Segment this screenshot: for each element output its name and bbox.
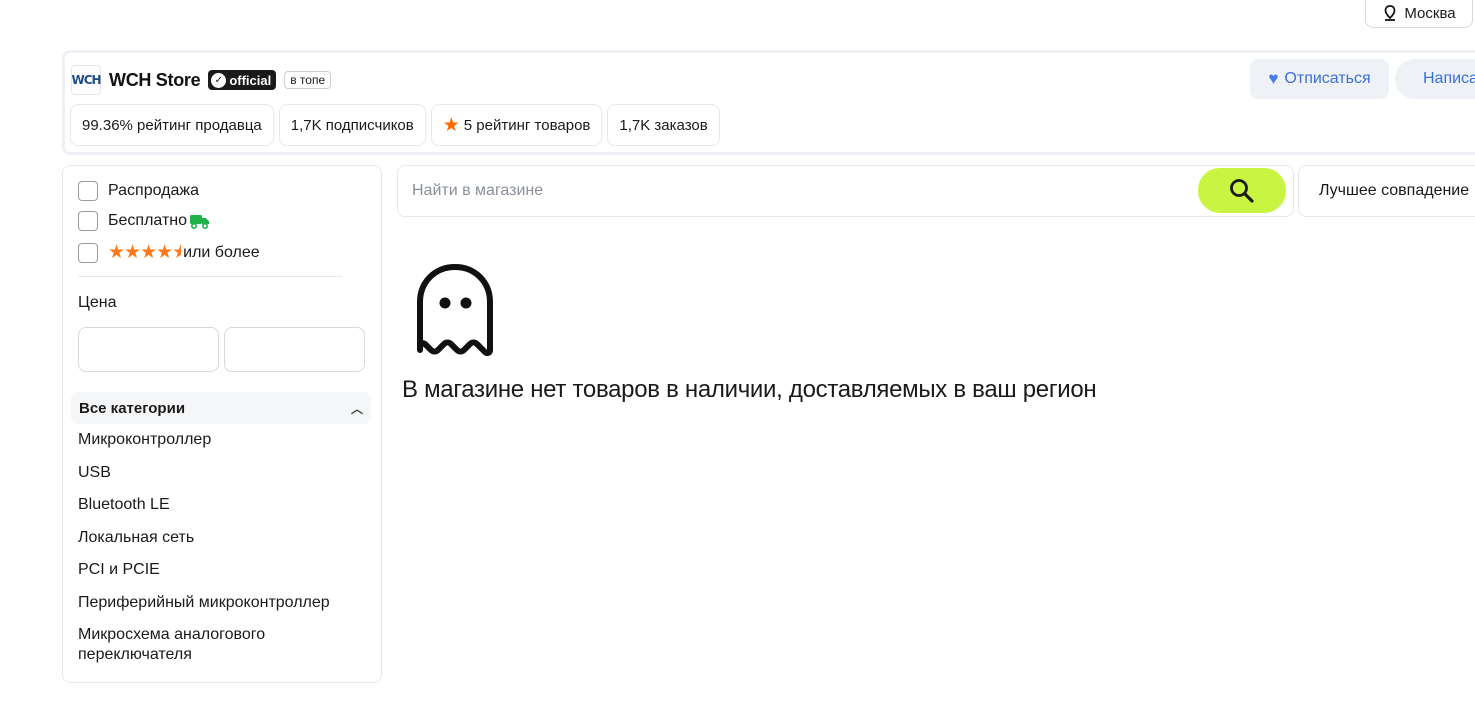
unsubscribe-label: Отписаться bbox=[1284, 70, 1371, 87]
ghost-icon bbox=[417, 264, 493, 356]
store-logo[interactable]: WCH bbox=[71, 65, 102, 95]
product-rating-text: 5 рейтинг товаров bbox=[463, 116, 591, 134]
followers-text: 1,7K подписчиков bbox=[290, 116, 414, 134]
free-shipping-label: Бесплатно bbox=[108, 212, 188, 229]
sale-checkbox[interactable] bbox=[78, 181, 98, 201]
location-button[interactable]: Москва bbox=[1365, 0, 1473, 28]
search-button[interactable] bbox=[1198, 168, 1286, 213]
store-stats: 99.36% рейтинг продавца 1,7K подписчиков… bbox=[70, 104, 720, 146]
category-item[interactable]: USB bbox=[78, 463, 368, 483]
empty-state-message: В магазине нет товаров в наличии, достав… bbox=[402, 376, 1097, 403]
official-badge: ✓ official bbox=[208, 70, 277, 90]
write-message-button[interactable]: Написать bbox=[1395, 59, 1475, 99]
category-item[interactable]: Bluetooth LE bbox=[78, 495, 368, 515]
categories-header[interactable]: Все категории ︿ bbox=[71, 392, 371, 424]
category-item[interactable]: PCI и PCIE bbox=[78, 560, 368, 580]
categories-header-label: Все категории bbox=[79, 399, 186, 417]
seller-rating-text: 99.36% рейтинг продавца bbox=[82, 116, 262, 134]
search-icon bbox=[1230, 178, 1254, 203]
category-item[interactable]: Микроконтроллер bbox=[78, 430, 368, 450]
chevron-up-icon[interactable]: ︿ bbox=[351, 400, 363, 417]
orders-text: 1,7K заказов bbox=[619, 116, 708, 134]
write-message-label: Написать bbox=[1423, 70, 1475, 87]
filter-sale[interactable]: Распродажа bbox=[78, 181, 199, 201]
store-search-bar bbox=[397, 165, 1294, 217]
official-badge-label: official bbox=[229, 72, 272, 88]
filter-rating[interactable]: ★★★★★ или более bbox=[78, 241, 260, 264]
star-icon: ★ bbox=[442, 114, 460, 136]
location-pin-icon bbox=[1384, 5, 1396, 21]
sale-label: Распродажа bbox=[108, 182, 199, 199]
price-to-input[interactable] bbox=[224, 327, 365, 372]
store-search-input[interactable] bbox=[412, 178, 1192, 204]
price-from-input[interactable] bbox=[78, 327, 219, 372]
truck-icon bbox=[190, 215, 210, 229]
sort-select[interactable]: Лучшее совпадение bbox=[1298, 165, 1475, 217]
rating-stars-icon: ★★★★★ bbox=[108, 242, 182, 263]
store-header: WCH WCH Store ✓ official в топе 99.36% р… bbox=[62, 50, 1475, 155]
location-label: Москва bbox=[1404, 4, 1456, 22]
store-title-row: WCH WCH Store ✓ official в топе bbox=[71, 65, 332, 95]
category-item[interactable]: Периферийный микроконтроллер bbox=[78, 593, 368, 613]
rating-label: или более bbox=[183, 243, 260, 261]
orders-chip[interactable]: 1,7K заказов bbox=[607, 104, 720, 146]
product-rating-chip[interactable]: ★ 5 рейтинг товаров bbox=[430, 104, 603, 146]
category-item[interactable]: Микросхема аналогового переключателя bbox=[78, 625, 368, 665]
filter-free-shipping[interactable]: Бесплатно bbox=[78, 211, 210, 231]
unsubscribe-button[interactable]: ♥ Отписаться bbox=[1250, 59, 1389, 99]
sort-selected-label: Лучшее совпадение bbox=[1319, 182, 1470, 199]
category-list: Микроконтроллер USB Bluetooth LE Локальн… bbox=[78, 430, 368, 678]
verified-check-icon: ✓ bbox=[211, 72, 227, 88]
store-logo-text: WCH bbox=[71, 73, 101, 87]
heart-icon: ♥ bbox=[1268, 69, 1279, 88]
price-label: Цена bbox=[78, 294, 117, 311]
store-name[interactable]: WCH Store bbox=[109, 70, 201, 91]
top-badge: в топе bbox=[284, 71, 332, 89]
free-shipping-checkbox[interactable] bbox=[78, 211, 98, 231]
rating-checkbox[interactable] bbox=[78, 242, 98, 263]
category-item[interactable]: Локальная сеть bbox=[78, 528, 368, 548]
seller-rating-chip[interactable]: 99.36% рейтинг продавца bbox=[70, 104, 274, 146]
filter-sidebar: Распродажа Бесплатно ★★★★★ или более Цен… bbox=[62, 165, 382, 683]
filter-divider bbox=[78, 276, 342, 277]
followers-chip[interactable]: 1,7K подписчиков bbox=[278, 104, 426, 146]
